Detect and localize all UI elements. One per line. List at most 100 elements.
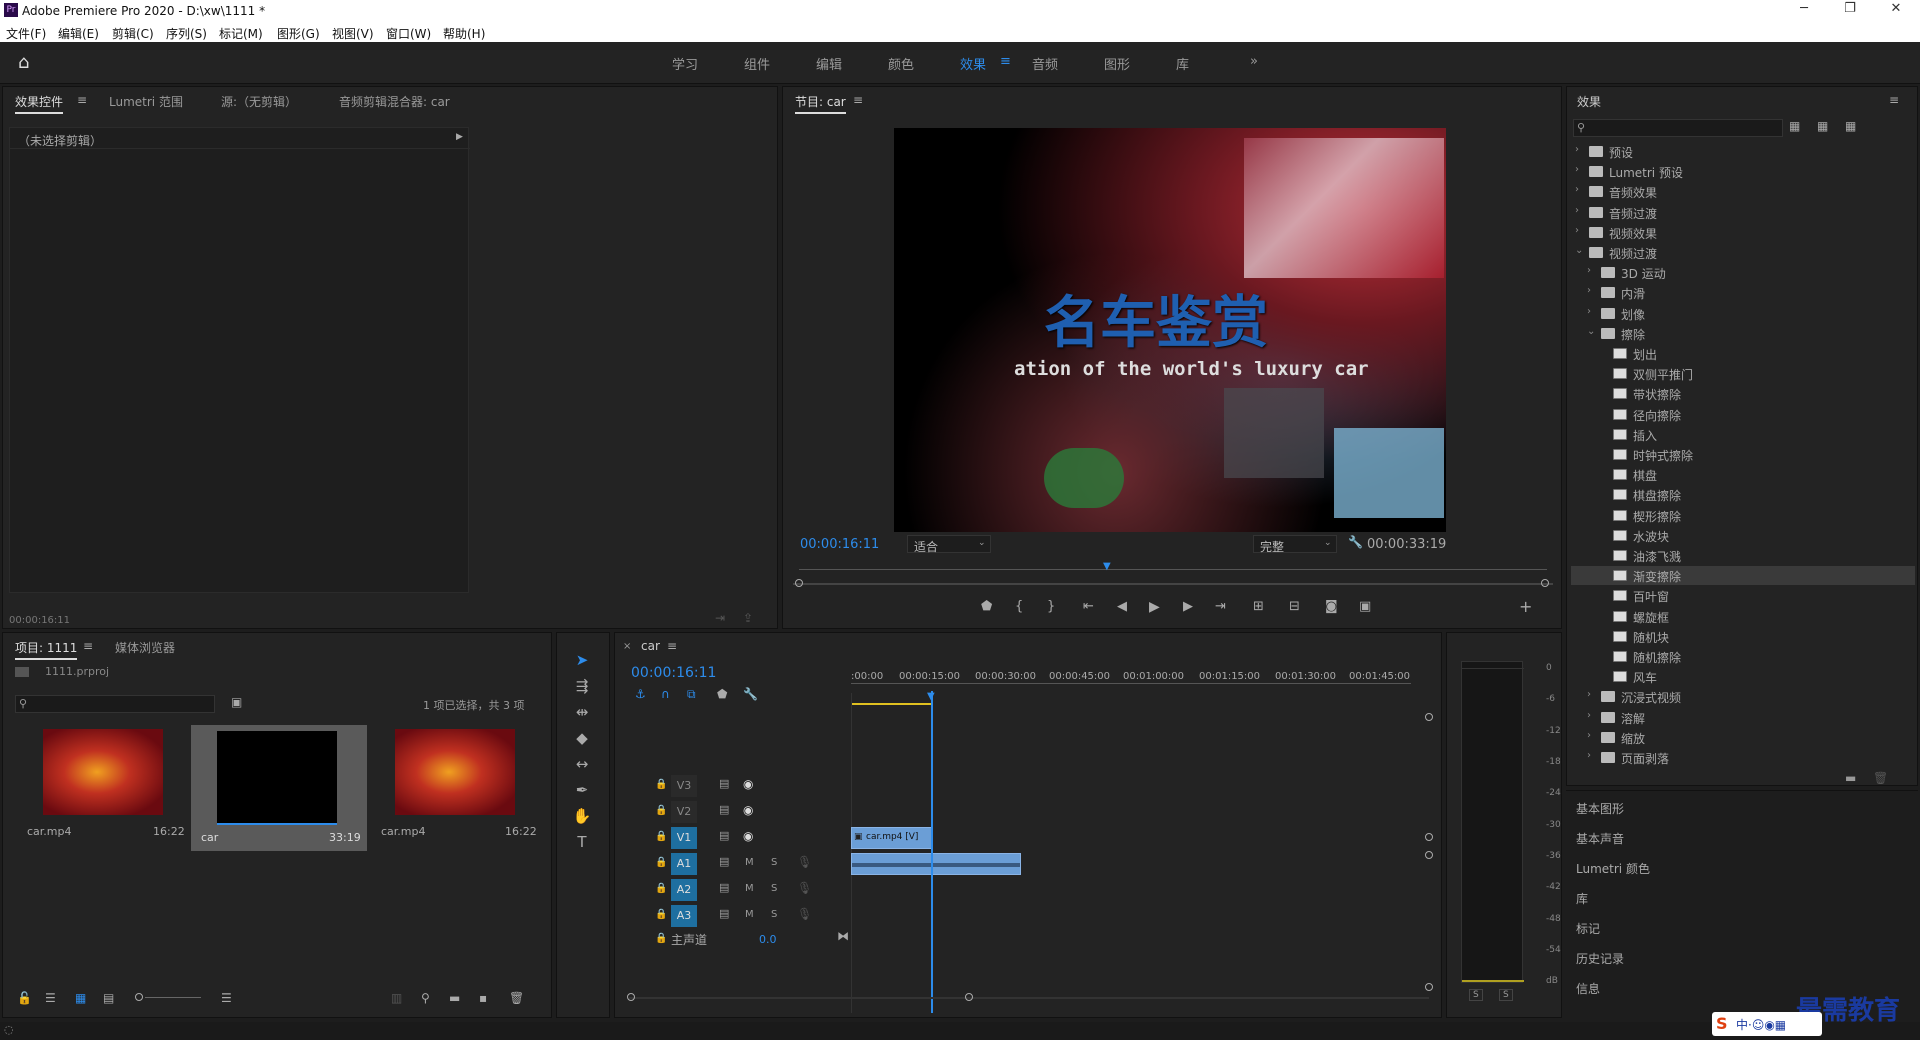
mark-in-icon[interactable]: { [1015,599,1023,614]
zoom-scroll-bar[interactable] [793,583,1553,585]
program-current-timecode[interactable]: 00:00:16:11 [800,537,879,552]
panel-essential-graphics[interactable]: 基本图形 [1576,800,1624,817]
video-clip[interactable]: ▣ car.mp4 [V] [851,827,933,849]
tab-source[interactable]: 源:（无剪辑） [221,93,297,110]
32bit-effects-icon[interactable]: ▦ [1817,119,1828,133]
chevron-right-icon[interactable]: › [1587,689,1591,700]
maximize-button[interactable]: ❐ [1830,1,1870,21]
minimize-button[interactable]: ─ [1784,1,1824,21]
delete-icon[interactable]: 🗑 [1873,771,1888,785]
lock-icon[interactable]: 🔒 [655,883,667,894]
effect-folder[interactable]: ⌄ 视频过渡 [1571,243,1915,262]
menu-view[interactable]: 视图(V) [332,25,374,42]
program-playhead-icon[interactable]: ▼ [1103,561,1111,572]
menu-help[interactable]: 帮助(H) [443,25,485,42]
playhead-handle-icon[interactable]: ▼ [927,691,935,702]
track-v1-label[interactable]: V1 [671,827,697,849]
chevron-right-icon[interactable]: › [1575,205,1579,216]
lock-icon[interactable]: 🔒 [655,933,667,944]
effect-folder[interactable]: › Lumetri 预设 [1571,162,1915,181]
lift-icon[interactable]: ⊞ [1253,599,1264,614]
freeform-view-icon[interactable]: ▤ [103,991,114,1005]
effects-search-input[interactable]: ⚲ [1573,119,1783,137]
effect-item[interactable]: 划出 [1571,344,1915,363]
chevron-right-icon[interactable]: › [1587,730,1591,741]
audio-clip[interactable] [851,853,1021,875]
menu-graphics[interactable]: 图形(G) [277,25,320,42]
track-a2-label[interactable]: A2 [671,879,697,901]
workspace-graphics[interactable]: 图形 [1104,54,1130,73]
find-icon[interactable]: ⚲ [421,991,430,1005]
eye-icon[interactable]: ◉ [743,829,753,843]
selection-tool-icon[interactable]: ➤ [571,651,593,673]
menu-window[interactable]: 窗口(W) [386,25,431,42]
step-forward-icon[interactable]: ▶ [1183,599,1193,614]
track-v2-label[interactable]: V2 [671,801,697,823]
snap-icon[interactable]: ∩ [661,687,670,701]
scroll-handle-icon[interactable] [965,993,973,1001]
solo-left-button[interactable]: S [1469,989,1483,1001]
lock-icon[interactable]: 🔒 [655,831,667,842]
fit-select[interactable]: 适合 ⌄ [907,535,991,554]
menu-sequence[interactable]: 序列(S) [166,25,207,42]
chevron-right-icon[interactable]: › [1575,144,1579,155]
chevron-down-icon[interactable]: ⌄ [1575,245,1583,256]
workspace-effects[interactable]: 效果 [960,54,986,73]
solo-button[interactable]: S [771,883,777,894]
delete-icon[interactable]: 🗑 [509,991,524,1005]
effect-item[interactable]: 百叶窗 [1571,586,1915,605]
effect-item[interactable]: 时钟式擦除 [1571,445,1915,464]
effect-folder[interactable]: › 划像 [1571,304,1915,323]
list-view-icon[interactable]: ☰ [45,991,56,1005]
solo-right-button[interactable]: S [1499,989,1513,1001]
menu-marker[interactable]: 标记(M) [219,25,263,42]
workspace-audio[interactable]: 音频 [1032,54,1058,73]
effect-item[interactable]: 棋盘擦除 [1571,485,1915,504]
panel-menu-icon[interactable]: ≡ [667,639,677,653]
panel-menu-icon[interactable]: ≡ [77,93,87,107]
chevron-right-icon[interactable]: › [1575,184,1579,195]
sync-lock-icon[interactable]: ▤ [719,829,729,842]
sync-lock-icon[interactable]: ▤ [719,803,729,816]
go-to-in-icon[interactable]: ⇤ [1083,599,1094,614]
quality-select[interactable]: 完整 ⌄ [1253,535,1337,554]
ime-status-icon[interactable]: 中·☺◉▦ [1736,1016,1786,1033]
yuv-effects-icon[interactable]: ▦ [1845,119,1856,133]
workspace-color[interactable]: 颜色 [888,54,914,73]
effect-folder[interactable]: › 预设 [1571,142,1915,161]
effect-item[interactable]: 楔形擦除 [1571,506,1915,525]
nest-icon[interactable]: ⚓ [635,687,646,701]
scroll-handle-icon[interactable] [1425,851,1433,859]
new-bin-icon[interactable]: ▬ [1845,771,1856,785]
mic-icon[interactable]: 🎙 [797,855,812,869]
lock-icon[interactable]: 🔒 [655,805,667,816]
new-search-bin-icon[interactable]: ▣ [231,695,242,709]
go-to-out-icon[interactable]: ⇥ [1215,599,1226,614]
new-bin-icon[interactable]: ▬ [449,991,460,1005]
add-button-icon[interactable]: + [1519,597,1532,616]
tab-audio-clip-mixer[interactable]: 音频剪辑混合器: car [339,93,450,110]
hand-tool-icon[interactable]: ✋ [571,807,593,829]
panel-menu-icon[interactable]: ≡ [853,93,863,107]
mark-out-icon[interactable]: } [1047,599,1055,614]
effect-folder[interactable]: › 沉浸式视频 [1571,687,1915,706]
expand-arrow-icon[interactable]: ▶ [456,132,463,142]
close-button[interactable]: ✕ [1876,1,1916,21]
chevron-right-icon[interactable]: › [1587,306,1591,317]
wrench-icon[interactable]: 🔧 [1348,535,1363,549]
scroll-handle-icon[interactable] [1425,983,1433,991]
tab-project[interactable]: 项目: 1111 [15,639,78,660]
tab-media-browser[interactable]: 媒体浏览器 [115,639,175,656]
compare-icon[interactable]: ▣ [1359,599,1371,614]
automate-icon[interactable]: ▥ [391,991,402,1005]
project-search-input[interactable]: ⚲ [15,695,215,713]
chevron-right-icon[interactable]: › [1575,164,1579,175]
add-marker-icon[interactable]: ⬟ [981,599,992,614]
effect-folder[interactable]: › 页面剥落 [1571,748,1915,767]
zoom-slider[interactable] [145,997,201,998]
close-tab-icon[interactable]: × [623,641,631,652]
effect-item[interactable]: 带状擦除 [1571,384,1915,403]
panel-essential-sound[interactable]: 基本声音 [1576,830,1624,847]
panel-menu-icon[interactable]: ≡ [83,639,93,653]
panel-markers[interactable]: 标记 [1576,920,1600,937]
